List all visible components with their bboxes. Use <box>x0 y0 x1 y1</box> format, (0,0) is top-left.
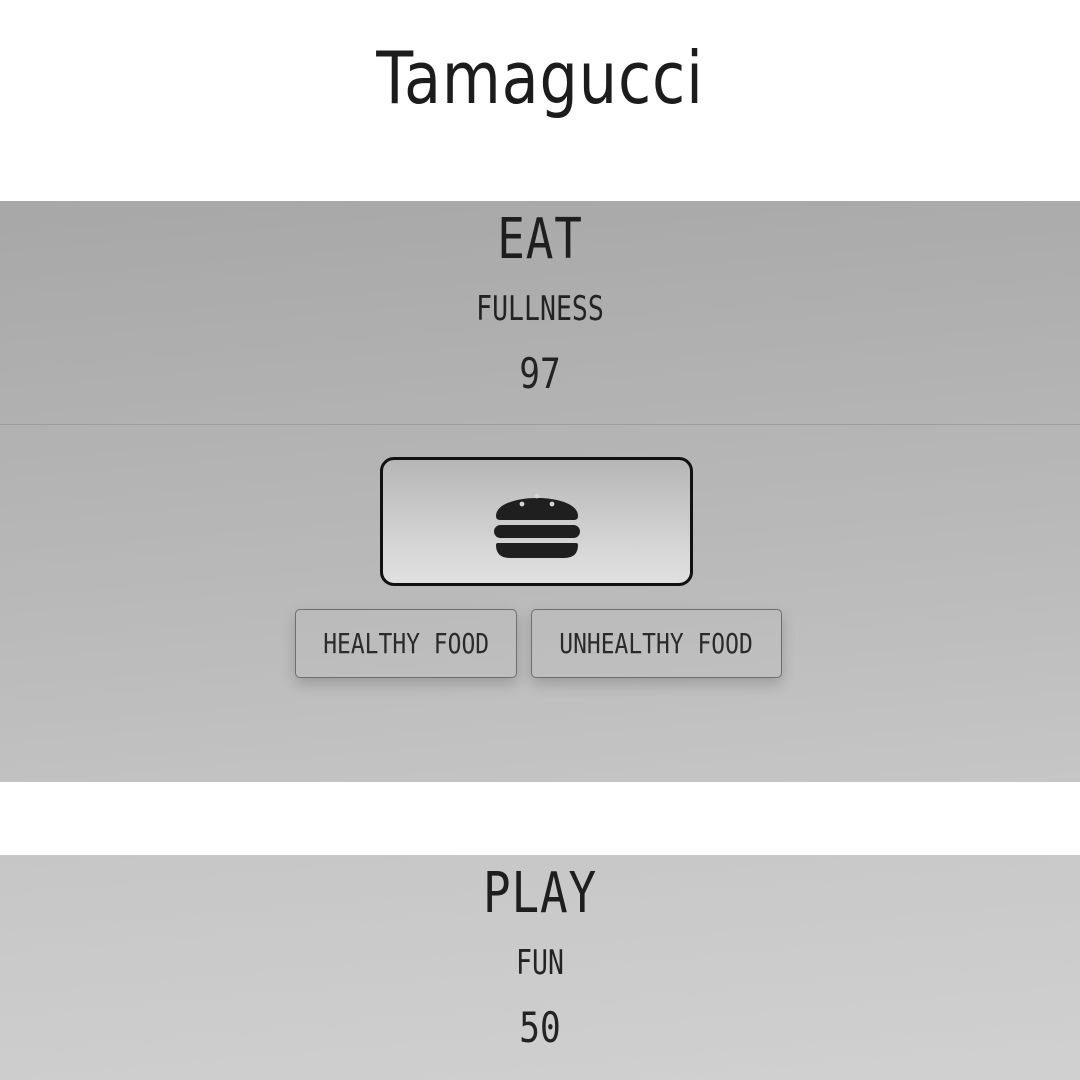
play-panel-header: PLAY FUN 50 <box>0 855 1080 1078</box>
eat-panel: EAT FULLNESS 97 HEALTHY FOOD UNHEALTHY F… <box>0 201 1080 782</box>
app-page: Tamagucci EAT FULLNESS 97 HEALTHY FOOD U… <box>0 0 1080 1080</box>
play-panel: PLAY FUN 50 <box>0 855 1080 1080</box>
eat-button[interactable] <box>380 457 693 586</box>
burger-icon <box>493 493 580 558</box>
fullness-label: FULLNESS <box>476 289 604 329</box>
play-panel-title: PLAY <box>483 861 597 926</box>
healthy-food-label: HEALTHY FOOD <box>323 627 489 660</box>
eat-panel-title: EAT <box>497 207 583 272</box>
fun-label: FUN <box>516 943 564 983</box>
unhealthy-food-label: UNHEALTHY FOOD <box>559 627 754 660</box>
unhealthy-food-button[interactable]: UNHEALTHY FOOD <box>531 609 782 678</box>
eat-panel-header: EAT FULLNESS 97 <box>0 201 1080 425</box>
fullness-value: 97 <box>519 349 561 398</box>
app-title: Tamagucci <box>376 36 704 120</box>
fun-value: 50 <box>519 1003 561 1052</box>
healthy-food-button[interactable]: HEALTHY FOOD <box>295 609 517 678</box>
